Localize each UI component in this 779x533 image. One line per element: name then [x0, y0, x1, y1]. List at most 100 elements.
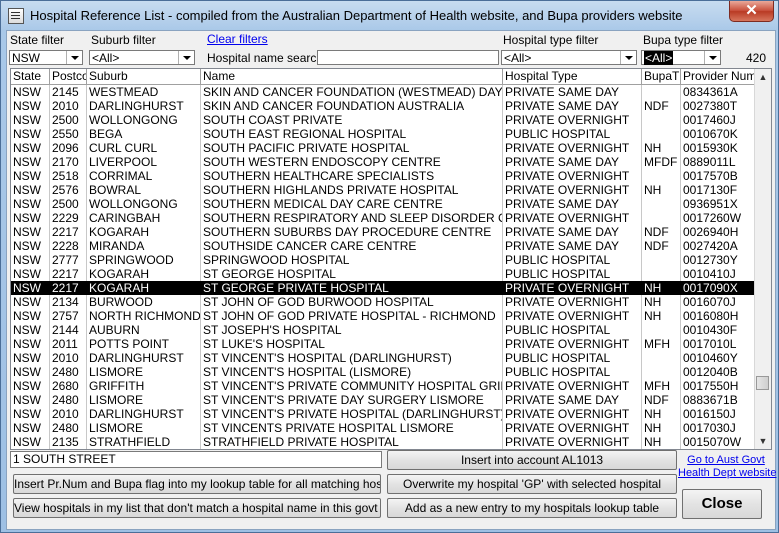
table-cell[interactable]: STRATHFIELD PRIVATE HOSPITAL: [201, 435, 503, 449]
table-cell[interactable]: [642, 267, 681, 281]
table-cell[interactable]: ST VINCENT'S PRIVATE COMMUNITY HOSPITAL …: [201, 379, 503, 393]
bupa-type-filter-select[interactable]: <All>: [641, 50, 721, 65]
table-row[interactable]: NSW 2550 BEGA SOUTH EAST REGIONAL HOSPITAL P…: [11, 127, 755, 141]
table-cell[interactable]: ST JOSEPH'S HOSPITAL: [201, 323, 503, 337]
table-cell[interactable]: 2217: [50, 281, 87, 295]
table-row[interactable]: NSW 2480 LISMORE ST VINCENT'S PRIVATE DAY S…: [11, 393, 755, 407]
insert-into-account-button[interactable]: Insert into account AL1013: [387, 450, 677, 470]
table-cell[interactable]: PRIVATE OVERNIGHT: [503, 281, 642, 295]
table-cell[interactable]: PUBLIC HOSPITAL: [503, 323, 642, 337]
table-cell[interactable]: 0017260W: [681, 211, 755, 225]
table-cell[interactable]: NSW: [11, 99, 50, 113]
table-cell[interactable]: 2228: [50, 239, 87, 253]
table-cell[interactable]: 0010410J: [681, 267, 755, 281]
table-cell[interactable]: NSW: [11, 295, 50, 309]
table-cell[interactable]: NSW: [11, 281, 50, 295]
table-cell[interactable]: MIRANDA: [87, 239, 201, 253]
table-cell[interactable]: STRATHFIELD: [87, 435, 201, 449]
table-cell[interactable]: PUBLIC HOSPITAL: [503, 351, 642, 365]
table-row[interactable]: NSW 2518 CORRIMAL SOUTHERN HEALTHCARE SPECI…: [11, 169, 755, 183]
table-cell[interactable]: NSW: [11, 393, 50, 407]
table-row[interactable]: NSW 2010 DARLINGHURST ST VINCENT'S PRIVATE …: [11, 407, 755, 421]
table-row[interactable]: NSW 2170 LIVERPOOL SOUTH WESTERN ENDOSCOPY …: [11, 155, 755, 169]
table-cell[interactable]: NSW: [11, 197, 50, 211]
table-cell[interactable]: NSW: [11, 267, 50, 281]
table-cell[interactable]: DARLINGHURST: [87, 99, 201, 113]
table-cell[interactable]: NSW: [11, 435, 50, 449]
table-cell[interactable]: GRIFFITH: [87, 379, 201, 393]
table-cell[interactable]: NH: [642, 421, 681, 435]
table-cell[interactable]: 2217: [50, 225, 87, 239]
table-cell[interactable]: 0027380T: [681, 99, 755, 113]
table-cell[interactable]: NSW: [11, 337, 50, 351]
table-cell[interactable]: POTTS POINT: [87, 337, 201, 351]
table-cell[interactable]: WESTMEAD: [87, 85, 201, 99]
table-cell[interactable]: SOUTH EAST REGIONAL HOSPITAL: [201, 127, 503, 141]
aust-govt-link[interactable]: Go to Aust Govt Health Dept website: [678, 454, 776, 480]
table-cell[interactable]: SOUTHERN SUBURBS DAY PROCEDURE CENTRE: [201, 225, 503, 239]
window-close-button[interactable]: ✕: [729, 1, 774, 22]
table-row[interactable]: NSW 2757 NORTH RICHMOND ST JOHN OF GOD PRIV…: [11, 309, 755, 323]
table-cell[interactable]: KOGARAH: [87, 281, 201, 295]
table-row[interactable]: NSW 2135 STRATHFIELD STRATHFIELD PRIVATE HO…: [11, 435, 755, 449]
table-cell[interactable]: SOUTHERN MEDICAL DAY CARE CENTRE: [201, 197, 503, 211]
table-cell[interactable]: 2010: [50, 407, 87, 421]
table-cell[interactable]: MFH: [642, 379, 681, 393]
table-cell[interactable]: SOUTH COAST PRIVATE: [201, 113, 503, 127]
table-cell[interactable]: PRIVATE OVERNIGHT: [503, 379, 642, 393]
table-cell[interactable]: [642, 351, 681, 365]
table-cell[interactable]: NSW: [11, 127, 50, 141]
table-cell[interactable]: 0015070W: [681, 435, 755, 449]
column-header[interactable]: BupaT: [642, 69, 681, 84]
table-cell[interactable]: [642, 85, 681, 99]
table-row[interactable]: NSW 2777 SPRINGWOOD SPRINGWOOD HOSPITAL PUBL…: [11, 253, 755, 267]
table-cell[interactable]: 2500: [50, 113, 87, 127]
table-cell[interactable]: PRIVATE OVERNIGHT: [503, 435, 642, 449]
column-header[interactable]: Hospital Type: [503, 69, 642, 84]
table-cell[interactable]: NH: [642, 281, 681, 295]
table-cell[interactable]: 2010: [50, 99, 87, 113]
table-cell[interactable]: [642, 113, 681, 127]
table-cell[interactable]: 0017460J: [681, 113, 755, 127]
table-cell[interactable]: PRIVATE SAME DAY: [503, 197, 642, 211]
table-cell[interactable]: 0026940H: [681, 225, 755, 239]
scroll-thumb[interactable]: [756, 376, 769, 390]
table-row[interactable]: NSW 2500 WOLLONGONG SOUTHERN MEDICAL DAY CA…: [11, 197, 755, 211]
table-cell[interactable]: BOWRAL: [87, 183, 201, 197]
table-cell[interactable]: 0027420A: [681, 239, 755, 253]
table-cell[interactable]: NORTH RICHMOND: [87, 309, 201, 323]
table-cell[interactable]: LISMORE: [87, 365, 201, 379]
table-cell[interactable]: NDF: [642, 239, 681, 253]
table-cell[interactable]: NSW: [11, 379, 50, 393]
table-cell[interactable]: MFH: [642, 337, 681, 351]
table-cell[interactable]: PUBLIC HOSPITAL: [503, 127, 642, 141]
table-cell[interactable]: 0016080H: [681, 309, 755, 323]
table-cell[interactable]: 2480: [50, 421, 87, 435]
table-cell[interactable]: WOLLONGONG: [87, 113, 201, 127]
table-cell[interactable]: 2010: [50, 351, 87, 365]
chevron-down-icon[interactable]: [620, 51, 636, 64]
table-cell[interactable]: CARINGBAH: [87, 211, 201, 225]
table-cell[interactable]: NSW: [11, 421, 50, 435]
hospital-table[interactable]: State Postco Suburb Name Hospital Type B…: [10, 68, 772, 450]
table-cell[interactable]: PRIVATE SAME DAY: [503, 99, 642, 113]
table-cell[interactable]: PRIVATE OVERNIGHT: [503, 113, 642, 127]
table-row[interactable]: NSW 2010 DARLINGHURST ST VINCENT'S HOSPITAL…: [11, 351, 755, 365]
table-cell[interactable]: WOLLONGONG: [87, 197, 201, 211]
table-cell[interactable]: NSW: [11, 225, 50, 239]
table-cell[interactable]: KOGARAH: [87, 267, 201, 281]
table-cell[interactable]: SPRINGWOOD HOSPITAL: [201, 253, 503, 267]
table-row[interactable]: NSW 2217 KOGARAH SOUTHERN SUBURBS DAY PROCE…: [11, 225, 755, 239]
table-row[interactable]: NSW 2500 WOLLONGONG SOUTH COAST PRIVATE PRIV…: [11, 113, 755, 127]
table-cell[interactable]: BEGA: [87, 127, 201, 141]
view-unmatched-button[interactable]: View hospitals in my list that don't mat…: [13, 498, 381, 518]
table-row[interactable]: NSW 2134 BURWOOD ST JOHN OF GOD BURWOOD HOS…: [11, 295, 755, 309]
overwrite-gp-button[interactable]: Overwrite my hospital 'GP' with selected…: [387, 474, 677, 494]
table-cell[interactable]: NDF: [642, 99, 681, 113]
table-cell[interactable]: NH: [642, 309, 681, 323]
table-cell[interactable]: NSW: [11, 141, 50, 155]
table-row[interactable]: NSW 2480 LISMORE ST VINCENT'S HOSPITAL (LIS…: [11, 365, 755, 379]
vertical-scrollbar[interactable]: ▲ ▼: [754, 69, 771, 449]
table-cell[interactable]: 2011: [50, 337, 87, 351]
table-cell[interactable]: PRIVATE OVERNIGHT: [503, 169, 642, 183]
